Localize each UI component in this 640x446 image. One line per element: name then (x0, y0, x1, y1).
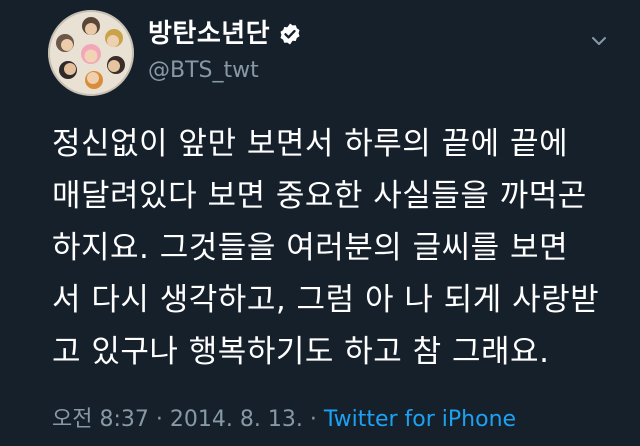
meta-separator: · (148, 407, 170, 432)
display-name-row: 방탄소년단 (148, 18, 302, 50)
group-photo-avatar-icon (48, 10, 134, 96)
user-handle[interactable]: @BTS_twt (148, 58, 302, 84)
tweet-meta: 오전 8:37 · 2014. 8. 13. · Twitter for iPh… (52, 406, 516, 434)
tweet-text: 정신없이 앞만 보면서 하루의 끝에 끝에 매달려있다 보면 중요한 사실들을 … (52, 126, 600, 370)
verified-badge-icon (278, 22, 302, 46)
tweet-source-link[interactable]: Twitter for iPhone (324, 407, 516, 432)
meta-separator-2: · (302, 407, 324, 432)
display-name[interactable]: 방탄소년단 (148, 18, 270, 50)
author-names: 방탄소년단 @BTS_twt (148, 18, 302, 84)
tweet-card: 방탄소년단 @BTS_twt 정신없이 앞만 보면서 하루의 끝에 끝에 매달려… (0, 0, 640, 446)
tweet-header: 방탄소년단 @BTS_twt (48, 10, 624, 96)
tweet-time[interactable]: 오전 8:37 (52, 407, 149, 432)
avatar[interactable] (48, 10, 134, 96)
chevron-down-icon[interactable] (588, 30, 610, 52)
tweet-date[interactable]: 2014. 8. 13. (170, 407, 303, 432)
